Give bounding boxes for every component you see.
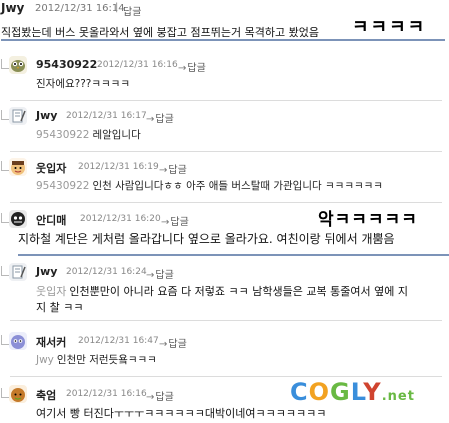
mention-tag[interactable]: 95430922 — [36, 129, 89, 141]
comment-body: 인천뿐만이 아니라 요즘 다 저렇죠 ㅋㅋ 남학생들은 교복 통줄여서 옆에 지 — [69, 285, 408, 298]
reply-link[interactable]: 답글 — [159, 335, 186, 350]
reply-link[interactable]: 답글 — [178, 59, 205, 74]
logo-letter: Y — [363, 378, 382, 406]
comment-author[interactable]: Jwy — [36, 265, 57, 278]
comment-author[interactable]: 웃입자 — [36, 160, 66, 176]
reply-link[interactable]: 답글 — [161, 213, 188, 228]
comment-author[interactable]: 안디매 — [36, 212, 66, 228]
comment-item: 웃입자 2012/12/31 16:19 답글 95430922인천 사람입니다… — [0, 158, 449, 203]
comment-author[interactable]: Jwy — [36, 109, 57, 122]
comment-date: 2012/12/31 16:17 — [66, 111, 147, 121]
comment-date: 2012/12/31 16:16 — [97, 60, 178, 70]
comment-body: 진자에요???ㅋㅋㅋㅋ — [36, 78, 130, 90]
comment-item: Jwy 2012/12/31 16:24 답글 웃입자인천뿐만이 아니라 요즘 … — [0, 263, 449, 321]
avatar[interactable] — [9, 385, 27, 403]
logo-letter: L — [350, 378, 364, 406]
dark-character-avatar-icon — [9, 210, 27, 228]
avatar[interactable] — [9, 263, 27, 281]
post-author[interactable]: Jwy — [1, 1, 24, 15]
comment-item: Jwy 2012/12/31 16:17 답글 95430922레알입니다 — [0, 107, 449, 152]
mention-tag[interactable]: Jwy — [36, 354, 54, 366]
logo-letter: C — [290, 378, 309, 406]
reply-link[interactable]: 답글 — [146, 266, 173, 281]
reply-link[interactable]: 답글 — [159, 161, 186, 176]
avatar[interactable] — [9, 332, 27, 350]
comment-date: 2012/12/31 16:19 — [78, 162, 159, 172]
divider — [10, 320, 442, 321]
top-post: Jwy 2012/12/31 16:14 | 답글 직접봤는데 버스 못올라와서… — [0, 0, 449, 42]
comment-body: 지하철 계단은 게처럼 올라갑니다 옆으로 올라가요. 여친이랑 뒤에서 개뿜음 — [18, 232, 395, 246]
avatar[interactable] — [9, 210, 27, 228]
comment-item: 95430922 2012/12/31 16:16 답글 진자에요???ㅋㅋㅋㅋ — [0, 56, 449, 101]
comment-body: 인천 사람입니다ㅎㅎ 아주 애들 버스탈때 가관입니다 ㅋㅋㅋㅋㅋㅋ — [92, 180, 383, 192]
comment-date: 2012/12/31 16:16 — [66, 389, 147, 399]
character-avatar-icon — [9, 385, 27, 403]
avatar[interactable] — [9, 56, 27, 74]
post-separator: | — [115, 2, 119, 13]
logo-letter: G — [330, 378, 351, 406]
divider — [10, 151, 442, 152]
avatar[interactable] — [9, 158, 27, 176]
owl-avatar-icon — [9, 56, 27, 74]
comment-body: 인천만 저런듯욬ㅋㅋㅋ — [56, 354, 157, 366]
reply-link[interactable]: 답글 — [146, 388, 173, 403]
highlight-underline — [18, 254, 449, 256]
post-overlay-caption: ㅋㅋㅋㅋ — [352, 17, 427, 38]
post-date: 2012/12/31 16:14 — [35, 3, 125, 14]
divider — [10, 100, 442, 101]
comment-author[interactable]: 축엄 — [36, 387, 56, 403]
comment-date: 2012/12/31 16:24 — [66, 267, 147, 277]
post-body: 직접봤는데 버스 못올라와서 옆에 붕잡고 점프뛰는거 목격하고 봤었음 — [1, 26, 319, 39]
logo-suffix: .net — [381, 389, 415, 404]
comment-body: 여기서 빵 터진다ㅜㅜㅜㅋㅋㅋㅋㅋㅋ대박이네여ㅋㅋㅋㅋㅋㅋㅋ — [36, 407, 327, 420]
comment-body: 레알입니다 — [92, 129, 141, 141]
highlight-underline — [1, 39, 445, 41]
reply-link[interactable]: 답글 — [146, 110, 173, 125]
comment-date: 2012/12/31 16:20 — [80, 214, 161, 224]
mention-tag[interactable]: 웃입자 — [36, 285, 66, 298]
comment-author[interactable]: 재서커 — [36, 334, 66, 350]
logo-letter: O — [308, 378, 331, 406]
comment-body-continued: 지 찰 ㅋㅋ — [36, 301, 84, 314]
pencil-avatar-icon — [9, 263, 27, 281]
comment-author[interactable]: 95430922 — [36, 58, 97, 71]
comment-item: 재서커 2012/12/31 16:47 답글 Jwy인천만 저런듯욬ㅋㅋㅋ — [0, 332, 449, 377]
overlay-caption: 악ㅋㅋㅋㅋㅋ — [318, 210, 418, 230]
post-reply-link[interactable]: 답글 — [123, 3, 141, 18]
robot-avatar-icon — [9, 332, 27, 350]
divider — [10, 376, 442, 377]
pencil-avatar-icon — [9, 107, 27, 125]
cogly-watermark-logo: COGLY.net — [290, 378, 415, 406]
divider — [10, 202, 442, 203]
avatar[interactable] — [9, 107, 27, 125]
comment-date: 2012/12/31 16:47 — [78, 336, 159, 346]
face-avatar-icon — [9, 158, 27, 176]
mention-tag[interactable]: 95430922 — [36, 180, 89, 192]
